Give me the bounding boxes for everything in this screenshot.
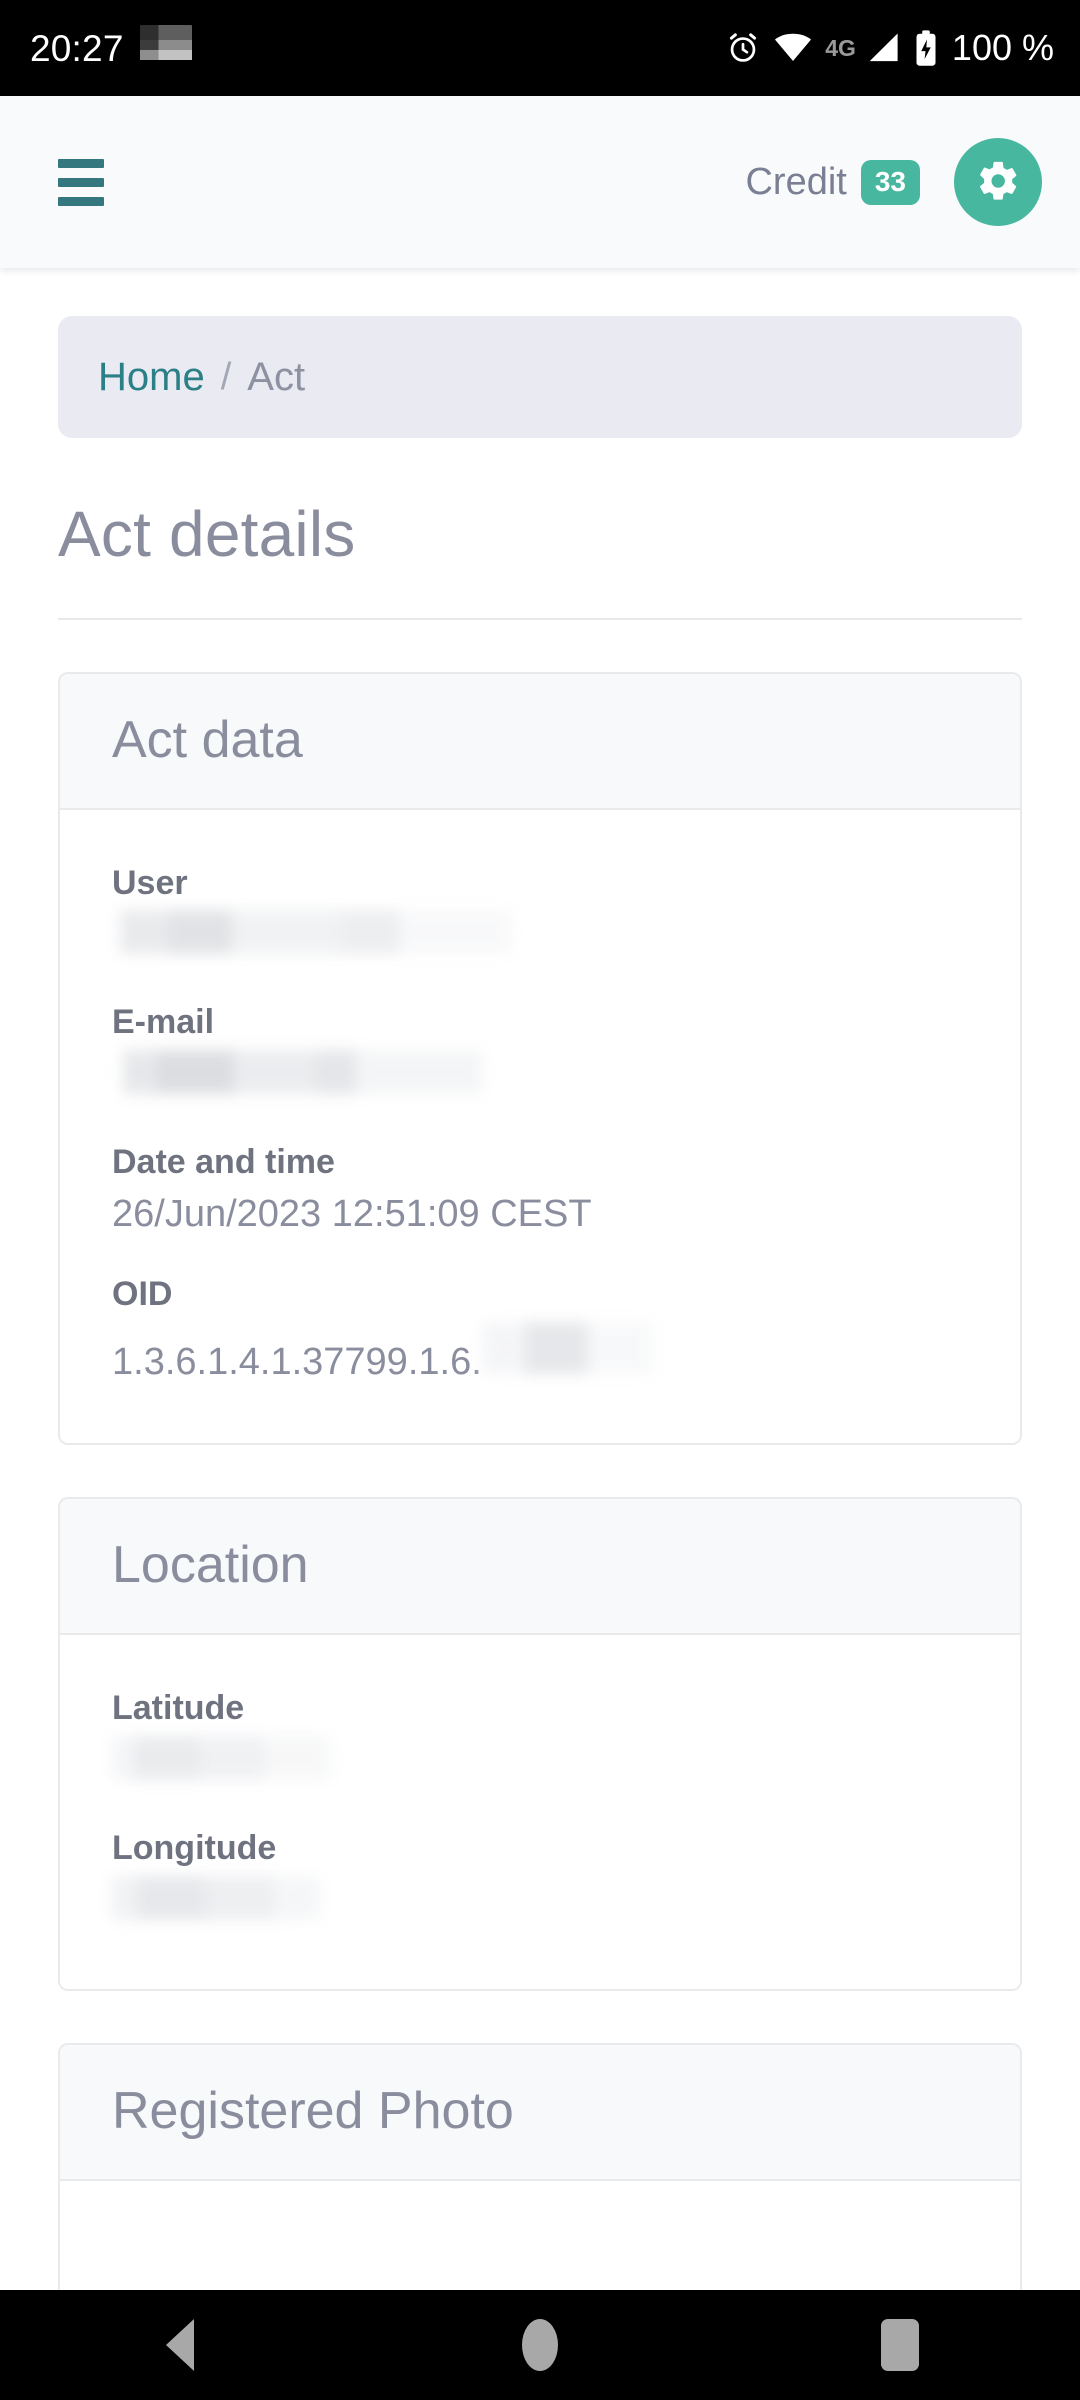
phone-screen: 20:27 4G 100 % Credit 33 Home / Act Act …: [0, 0, 1080, 2400]
status-bar: 20:27 4G 100 %: [0, 0, 1080, 96]
status-clock: 20:27: [30, 27, 124, 69]
battery-charging-icon: [914, 29, 938, 67]
field-user: User: [112, 862, 968, 968]
card-title: Location: [112, 1536, 309, 1595]
field-label: User: [112, 863, 188, 902]
redacted-value: [112, 1735, 330, 1780]
alarm-icon: [725, 30, 761, 66]
credit-label: Credit: [745, 161, 847, 203]
signal-icon: [867, 32, 901, 64]
field-oid: OID 1.3.6.1.4.1.37799.1.6.: [112, 1273, 968, 1387]
field-value: 26/Jun/2023 12:51:09 CEST: [112, 1192, 592, 1235]
field-latitude: Latitude: [112, 1687, 968, 1793]
credit-badge: 33: [860, 159, 920, 205]
breadcrumb-home-link[interactable]: Home: [98, 357, 205, 397]
gear-icon: [975, 158, 1021, 207]
field-longitude: Longitude: [112, 1827, 968, 1933]
field-value-redacted: [112, 1875, 968, 1933]
page-title: Act details: [58, 498, 356, 570]
card-title: Registered Photo: [112, 2081, 514, 2140]
field-email: E-mail: [112, 1001, 968, 1107]
card-header: Registered Photo: [60, 2044, 1020, 2181]
card-header: Location: [60, 1499, 1020, 1636]
field-label: Longitude: [112, 1829, 277, 1868]
hamburger-bar: [58, 158, 104, 168]
field-value: 1.3.6.1.4.1.37799.1.6.: [112, 1340, 482, 1383]
android-nav-bar: [0, 2290, 1080, 2400]
field-value-row: 1.3.6.1.4.1.37799.1.6.: [112, 1321, 968, 1387]
card-body: Latitude Longitude: [60, 1635, 1020, 1989]
card-location: Location Latitude Longitude: [58, 1497, 1022, 1991]
redacted-value: [112, 1875, 320, 1920]
field-value-redacted: [112, 910, 968, 967]
field-label: Date and time: [112, 1143, 335, 1182]
home-circle-icon: [522, 2319, 558, 2371]
title-divider: [58, 617, 1022, 620]
field-label: E-mail: [112, 1003, 215, 1042]
hamburger-bar: [58, 196, 104, 206]
card-body: User E-mail Date and time 26/Jun/2023 12…: [60, 809, 1020, 1444]
home-button[interactable]: [460, 2290, 620, 2400]
settings-button[interactable]: [954, 138, 1042, 226]
status-bar-right: 4G 100 %: [725, 29, 1054, 67]
redacted-value: [112, 910, 512, 955]
battery-percent-label: 100 %: [951, 27, 1054, 68]
field-value-redacted: [112, 1735, 968, 1793]
card-title: Act data: [112, 710, 303, 769]
field-value-redacted: [112, 1049, 968, 1107]
card-header: Act data: [60, 673, 1020, 810]
credit-indicator[interactable]: Credit 33: [745, 159, 920, 205]
hamburger-bar: [58, 177, 104, 187]
field-label: OID: [112, 1275, 173, 1314]
field-label: Latitude: [112, 1689, 245, 1728]
recents-square-icon: [881, 2319, 919, 2371]
main-content: Home / Act Act details Act data User E-m…: [0, 268, 1080, 2400]
redacted-value: [481, 1321, 652, 1374]
wifi-icon: [774, 33, 812, 63]
field-date-and-time: Date and time 26/Jun/2023 12:51:09 CEST: [112, 1141, 968, 1239]
breadcrumb: Home / Act: [58, 316, 1022, 438]
recents-button[interactable]: [820, 2290, 980, 2400]
app-header: Credit 33: [0, 96, 1080, 268]
breadcrumb-separator: /: [220, 356, 232, 398]
header-actions: Credit 33: [745, 138, 1042, 226]
card-act-data: Act data User E-mail Date and time 26/Ju…: [58, 671, 1022, 1446]
redacted-value: [112, 1049, 482, 1094]
hamburger-menu-icon[interactable]: [58, 158, 104, 206]
status-bar-left: 20:27: [30, 25, 192, 71]
breadcrumb-current: Act: [247, 355, 306, 399]
network-type-label: 4G: [825, 34, 856, 61]
back-button[interactable]: [100, 2290, 260, 2400]
notification-icon-blurred: [139, 25, 192, 71]
back-triangle-icon: [166, 2319, 194, 2371]
